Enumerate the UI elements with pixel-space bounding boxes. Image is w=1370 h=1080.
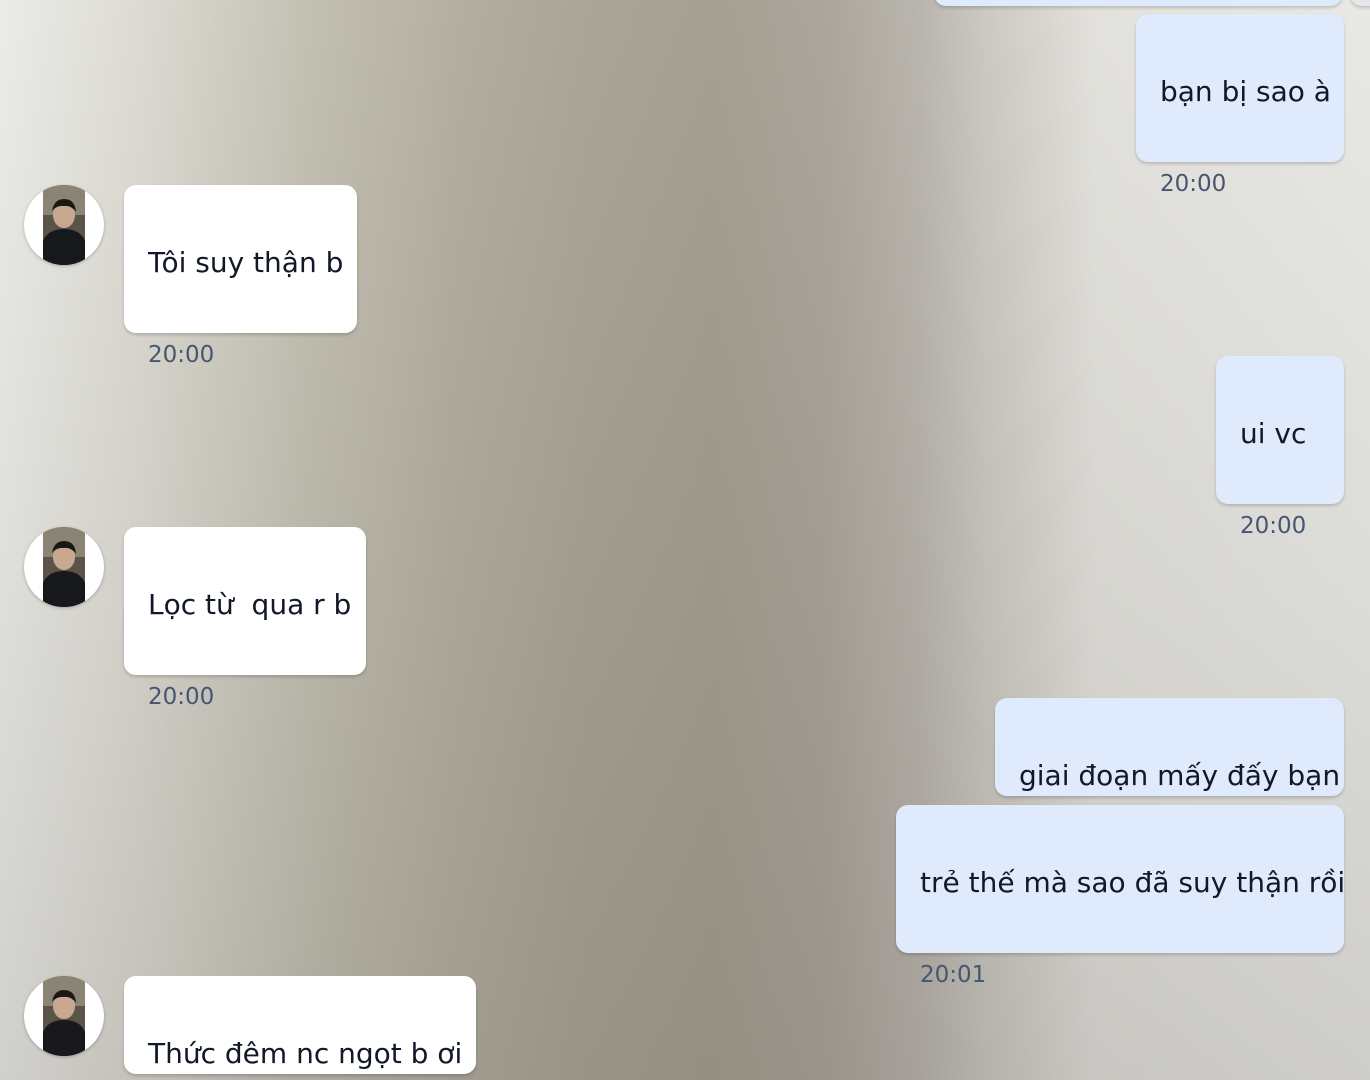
- incoming-message-bubble[interactable]: Thức đêm nc ngọt b ơi: [124, 976, 476, 1074]
- outgoing-message-bubble[interactable]: ui vc 20:00: [1216, 356, 1344, 539]
- message-text: Lọc từ qua r b: [148, 588, 352, 621]
- avatar-photo-icon: [43, 185, 85, 265]
- contact-avatar[interactable]: [24, 527, 104, 607]
- incoming-message-bubble[interactable]: Lọc từ qua r b 20:00: [124, 527, 366, 710]
- message-timestamp: 20:00: [1240, 513, 1307, 539]
- outgoing-message-bubble[interactable]: trẻ thế mà sao đã suy thận rồi 20:01: [896, 805, 1346, 988]
- message-text: Tôi suy thận b: [148, 246, 344, 279]
- message-timestamp: 20:00: [148, 342, 215, 368]
- message-text: ui vc: [1240, 417, 1307, 450]
- previous-message-bubble[interactable]: [934, 0, 1342, 6]
- contact-avatar[interactable]: [24, 976, 104, 1056]
- message-text: giai đoạn mấy đấy bạn: [1019, 759, 1341, 792]
- outgoing-message-bubble[interactable]: giai đoạn mấy đấy bạn: [995, 698, 1344, 796]
- previous-message-bubble-edge[interactable]: [1350, 0, 1370, 6]
- message-text: trẻ thế mà sao đã suy thận rồi: [920, 866, 1346, 899]
- contact-avatar[interactable]: [24, 185, 104, 265]
- avatar-photo-icon: [43, 976, 85, 1056]
- outgoing-message-bubble[interactable]: bạn bị sao à 20:00: [1136, 14, 1344, 197]
- message-text: bạn bị sao à: [1160, 75, 1331, 108]
- incoming-message-bubble[interactable]: Tôi suy thận b 20:00: [124, 185, 357, 368]
- message-timestamp: 20:00: [1160, 171, 1227, 197]
- message-timestamp: 20:01: [920, 962, 987, 988]
- message-text: Thức đêm nc ngọt b ơi: [148, 1037, 463, 1070]
- message-timestamp: 20:00: [148, 684, 215, 710]
- avatar-photo-icon: [43, 527, 85, 607]
